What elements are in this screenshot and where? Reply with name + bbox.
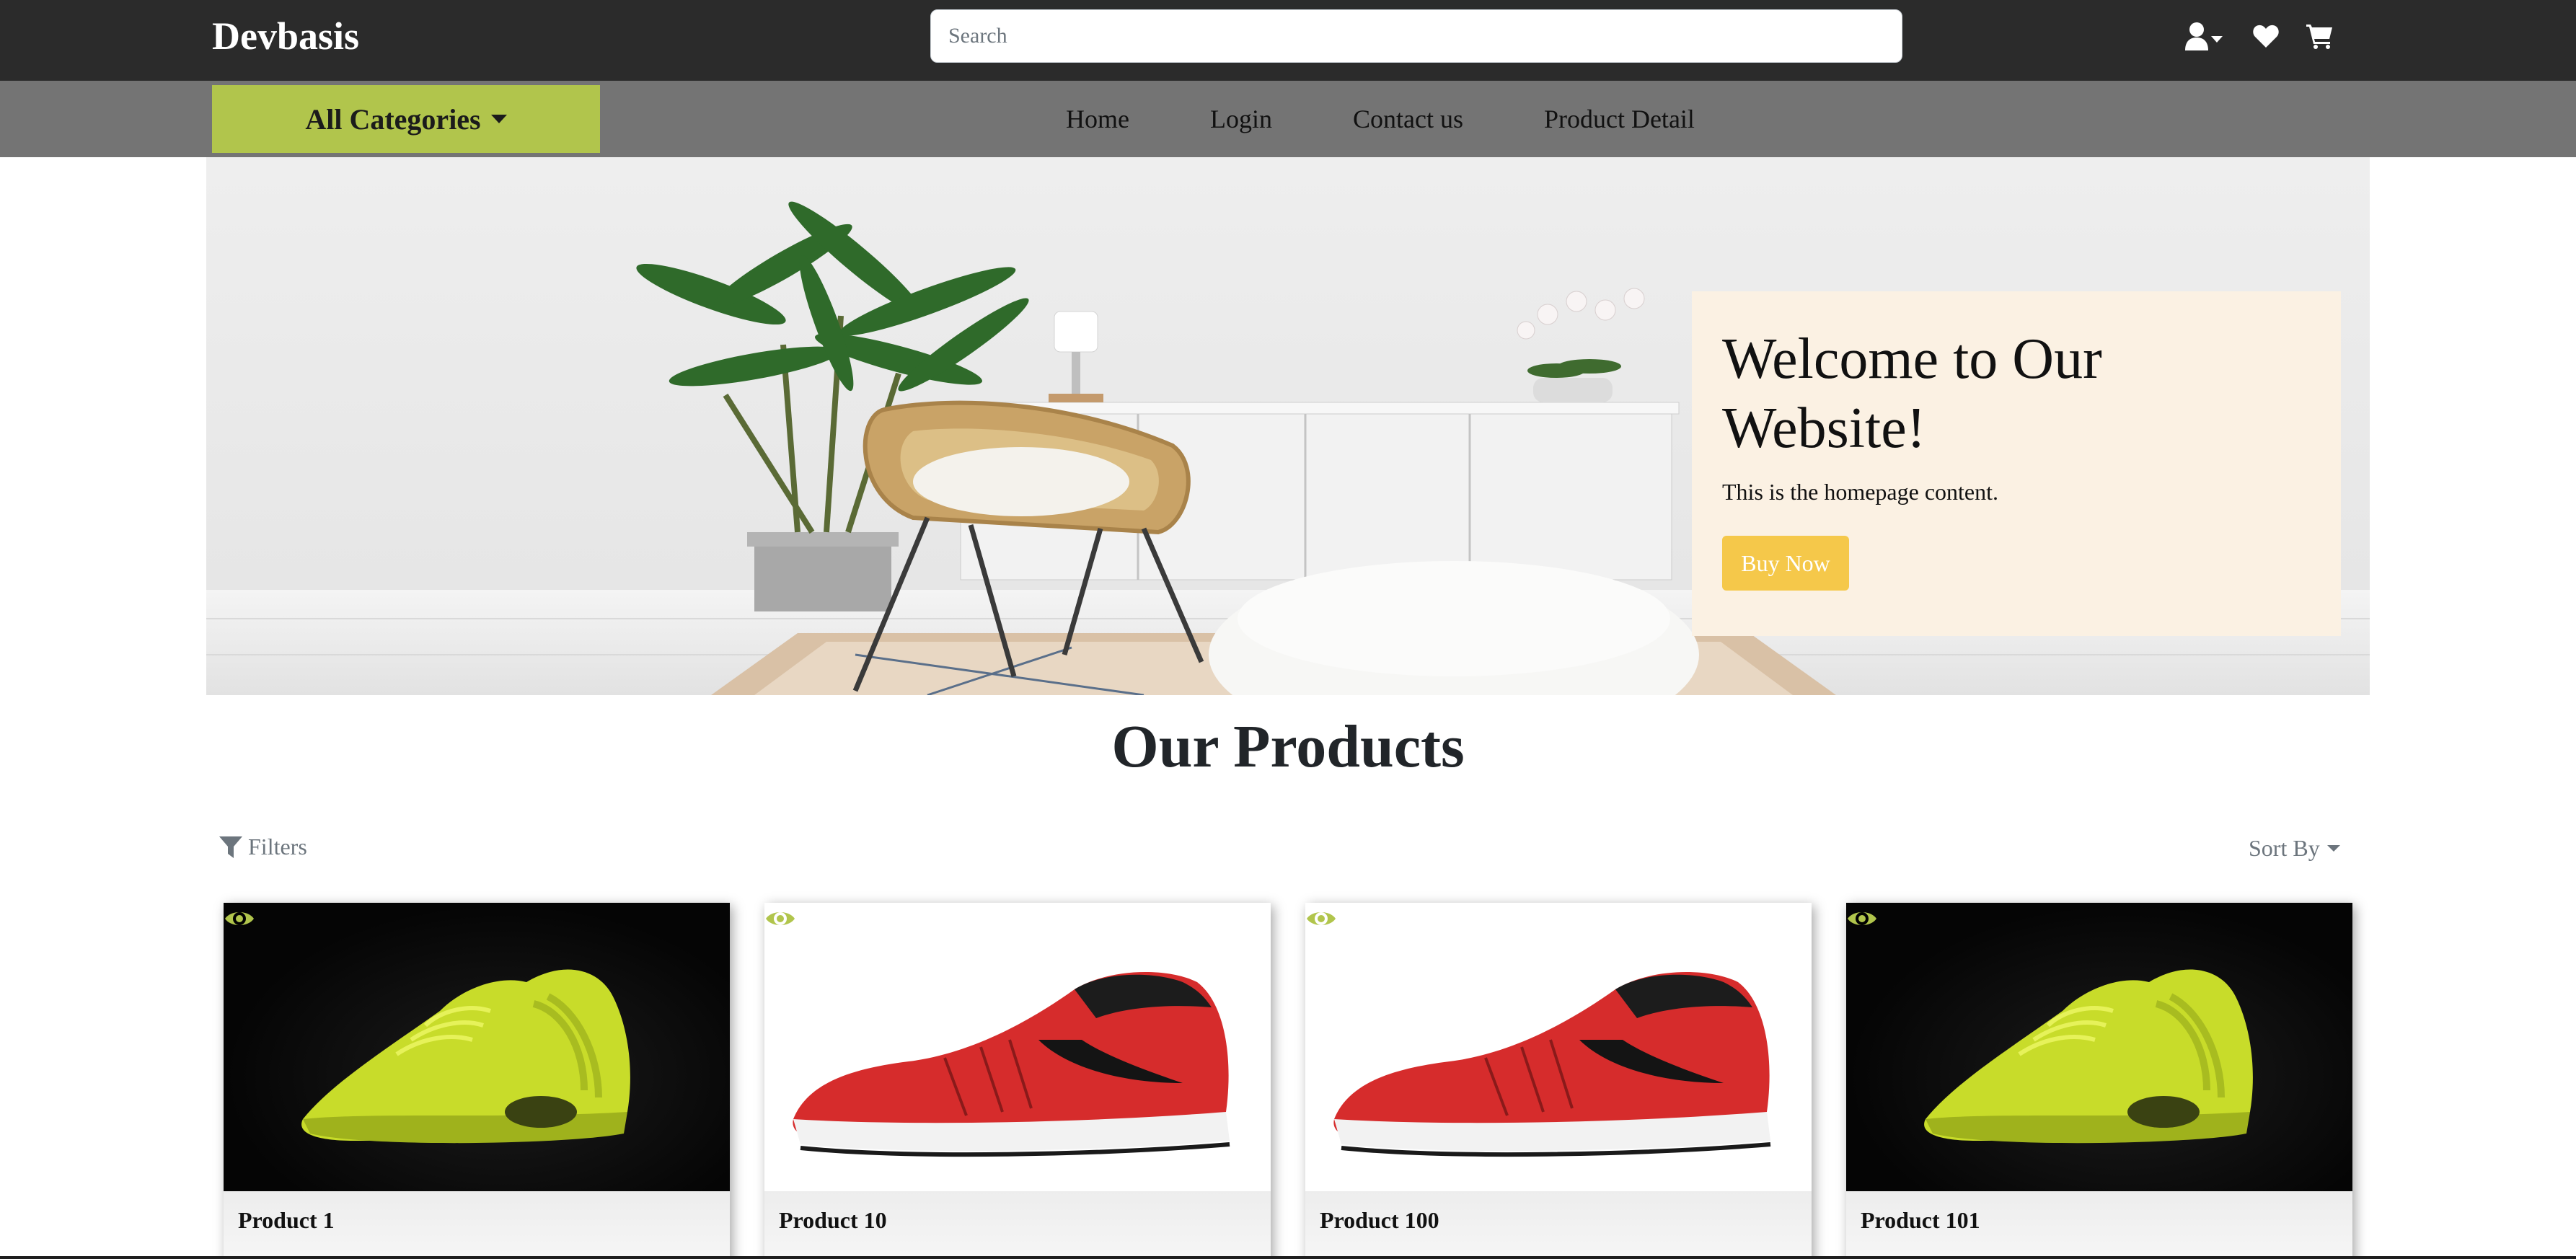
hero-text: This is the homepage content. bbox=[1722, 479, 1999, 505]
chevron-down-icon bbox=[2326, 845, 2340, 852]
all-categories-dropdown[interactable]: All Categories bbox=[212, 85, 600, 153]
filter-icon bbox=[219, 836, 242, 858]
products-section-title: Our Products bbox=[1111, 713, 1465, 780]
search-input[interactable] bbox=[930, 9, 1902, 63]
product-card[interactable]: Product 101 bbox=[1846, 903, 2352, 1259]
eye-icon[interactable] bbox=[1846, 903, 1878, 935]
product-grid: Product 1 Product 10 Product 100 Product… bbox=[224, 903, 2352, 1259]
cart-icon[interactable] bbox=[2306, 23, 2334, 49]
nav-bar: All Categories Home Login Contact us Pro… bbox=[0, 81, 2576, 157]
all-categories-label: All Categories bbox=[305, 102, 481, 136]
eye-icon[interactable] bbox=[764, 903, 796, 935]
red-sneaker-image bbox=[1333, 972, 1771, 1157]
sort-by-label: Sort By bbox=[2249, 835, 2320, 861]
product-name[interactable]: Product 1 bbox=[238, 1207, 715, 1234]
product-card-body: Product 10 bbox=[764, 1191, 1271, 1259]
nav-link-product-detail[interactable]: Product Detail bbox=[1544, 104, 1695, 134]
product-card-body: Product 101 bbox=[1846, 1191, 2352, 1259]
filters-button[interactable]: Filters bbox=[219, 834, 307, 860]
product-card[interactable]: Product 100 bbox=[1305, 903, 1812, 1259]
nav-link-login[interactable]: Login bbox=[1210, 104, 1272, 134]
top-bar: Devbasis bbox=[0, 0, 2576, 81]
header-icons bbox=[2185, 19, 2334, 53]
product-name[interactable]: Product 10 bbox=[779, 1207, 1256, 1234]
product-image-red-sneaker[interactable] bbox=[1305, 903, 1812, 1191]
product-name[interactable]: Product 100 bbox=[1320, 1207, 1797, 1234]
brand-logo[interactable]: Devbasis bbox=[212, 10, 359, 62]
hero-banner: Welcome to Our Website! This is the home… bbox=[206, 157, 2370, 695]
buy-now-button[interactable]: Buy Now bbox=[1722, 536, 1849, 591]
product-card[interactable]: Product 1 bbox=[224, 903, 730, 1259]
user-dropdown-icon[interactable] bbox=[2185, 22, 2226, 50]
product-image-yellow-sneaker[interactable] bbox=[224, 903, 730, 1191]
red-sneaker-image bbox=[793, 972, 1230, 1157]
product-image-yellow-sneaker[interactable] bbox=[1846, 903, 2352, 1191]
product-image-red-sneaker[interactable] bbox=[764, 903, 1271, 1191]
product-card-body: Product 100 bbox=[1305, 1191, 1812, 1259]
filters-label: Filters bbox=[248, 834, 307, 860]
product-name[interactable]: Product 101 bbox=[1861, 1207, 2338, 1234]
sort-by-dropdown[interactable]: Sort By bbox=[2249, 835, 2340, 862]
eye-icon[interactable] bbox=[1305, 903, 1337, 935]
hero-title: Welcome to Our Website! bbox=[1722, 327, 2102, 460]
product-card-body: Product 1 bbox=[224, 1191, 730, 1259]
heart-icon[interactable] bbox=[2253, 24, 2279, 48]
product-card[interactable]: Product 10 bbox=[764, 903, 1271, 1259]
nav-links: Home Login Contact us Product Detail bbox=[1066, 81, 1776, 157]
chevron-down-icon bbox=[490, 115, 507, 123]
yellow-sneaker-image bbox=[1924, 969, 2253, 1144]
window-bottom-edge bbox=[0, 1256, 2576, 1259]
nav-link-home[interactable]: Home bbox=[1066, 104, 1129, 134]
yellow-sneaker-image bbox=[301, 969, 630, 1144]
nav-link-contact[interactable]: Contact us bbox=[1353, 104, 1463, 134]
eye-icon[interactable] bbox=[224, 903, 255, 935]
hero-welcome-card: Welcome to Our Website! This is the home… bbox=[1692, 291, 2341, 636]
